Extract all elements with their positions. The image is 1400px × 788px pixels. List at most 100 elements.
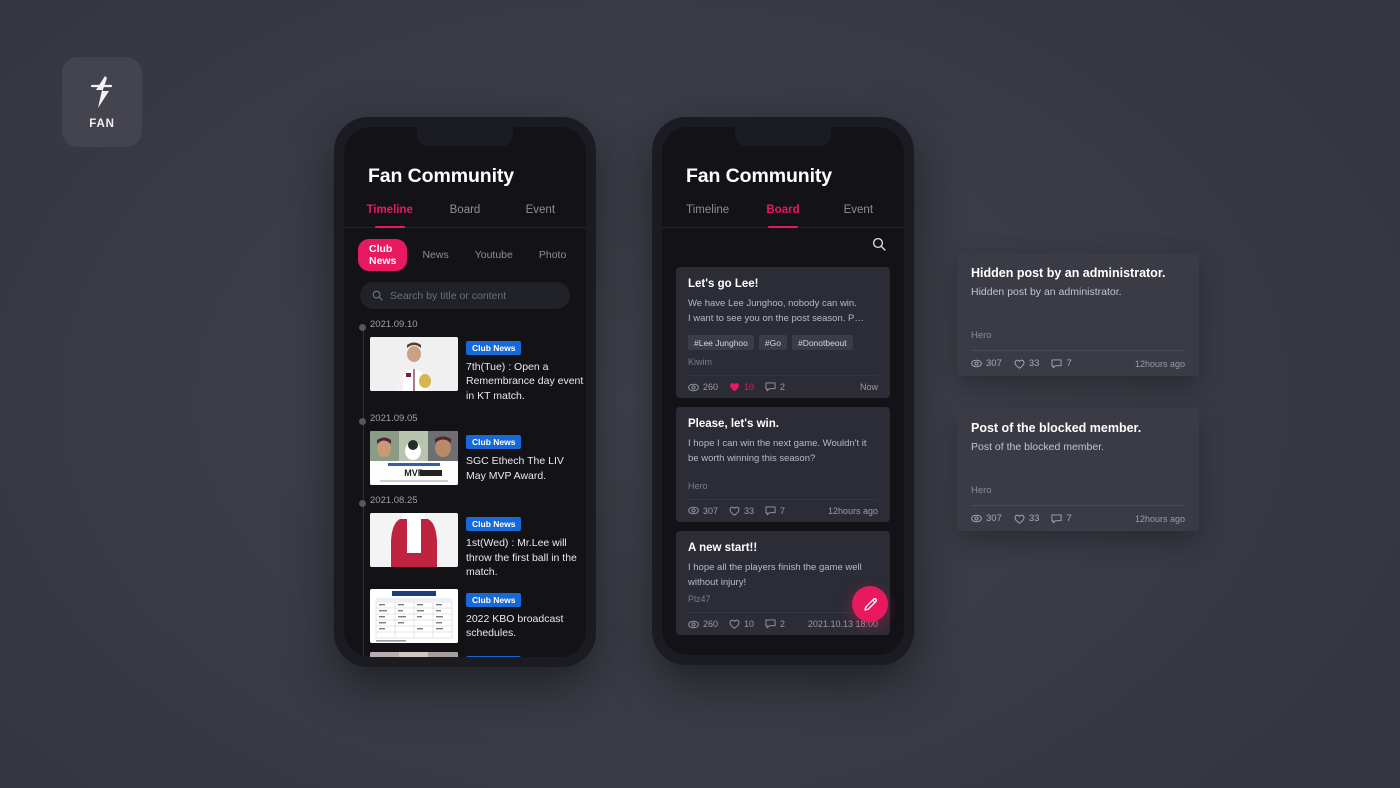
post-author: Plz47 [688, 594, 711, 605]
like-count[interactable]: 10 [729, 619, 754, 629]
like-count[interactable]: 33 [1014, 513, 1040, 524]
tab-event[interactable]: Event [503, 204, 578, 227]
comment-count-value: 2 [780, 619, 786, 630]
view-count-value: 307 [986, 358, 1002, 369]
view-count: 260 [688, 619, 718, 629]
timeline-item-body: Club News SGC Ethech The LIV May MVP Awa… [466, 431, 586, 485]
phone-notch [735, 127, 831, 146]
post-title: Let's go Lee! [688, 278, 759, 290]
post-time: 12hours ago [827, 505, 878, 516]
state-card-author: Hero [971, 485, 992, 496]
thumbnail-schedule-table [370, 588, 458, 643]
like-count-value: 10 [744, 382, 755, 393]
post-title: Please, let's win. [688, 418, 779, 431]
chip-news[interactable]: News [411, 245, 459, 265]
view-count: 307 [971, 513, 1002, 524]
timeline-item-body: Club News [466, 652, 586, 657]
timeline-item[interactable]: Club News 1st(Wed) : Mr.Lee will throw t… [368, 513, 586, 579]
state-card-time: 12hours ago [1134, 513, 1185, 524]
post-tag-row: #Lee Junghoo #Go #Donotbeout [688, 335, 878, 351]
search-icon [372, 290, 383, 301]
view-count: 307 [971, 358, 1002, 369]
phone-notch [417, 127, 513, 146]
state-card-meta-row: 307 33 7 12hours ago [971, 505, 1185, 531]
timeline-item-body: Club News 2022 KBO broadcast schedules. [466, 589, 586, 643]
timeline-item[interactable]: MVP Club News SGC Ethech The LIV May MVP… [368, 431, 586, 486]
category-badge: Club News [466, 517, 522, 532]
timeline-date: 2021.08.25 [370, 495, 418, 507]
board-search-row [662, 228, 904, 257]
like-count-value: 33 [1028, 513, 1040, 524]
like-count[interactable]: 33 [729, 506, 754, 516]
comment-count[interactable]: 2 [765, 382, 785, 392]
like-count-value: 33 [744, 505, 755, 516]
timeline-dot [358, 324, 366, 331]
category-chip-row: Club News News Youtube Photo [344, 228, 586, 271]
board-post[interactable]: Let's go Lee! We have Lee Junghoo, nobod… [676, 267, 890, 399]
view-count-value: 307 [703, 505, 719, 516]
post-body: We have Lee Junghoo, nobody can win. I w… [688, 298, 864, 324]
timeline-date: 2021.09.10 [370, 319, 418, 330]
thumbnail-fans-collage [370, 651, 458, 657]
comment-bubble-icon [765, 619, 776, 629]
search-icon[interactable] [872, 237, 886, 251]
board-post[interactable]: A new start!! I hope all the players fin… [676, 530, 890, 636]
thumbnail-player-portrait [370, 337, 458, 391]
thumbnail-red-suit [370, 513, 458, 568]
post-title: A new start!! [688, 541, 758, 554]
chip-youtube[interactable]: Youtube [464, 245, 524, 265]
comment-bubble-icon [1051, 513, 1062, 524]
timeline-item-title: 1st(Wed) : Mr.Lee will throw the first b… [466, 537, 577, 579]
state-card-time: 12hours ago [1134, 358, 1185, 369]
search-input[interactable]: Search by title or content [360, 282, 570, 309]
like-count[interactable]: 10 [729, 382, 754, 392]
board-screen: Fan Community Timeline Board Event Let's… [662, 127, 904, 655]
comment-count-value: 7 [1066, 358, 1072, 369]
main-tab-bar: Timeline Board Event [344, 204, 586, 228]
timeline-date: 2021.09.05 [370, 413, 418, 425]
like-count[interactable]: 33 [1014, 358, 1039, 369]
post-tag[interactable]: #Lee Junghoo [688, 335, 754, 351]
timeline-item-body: Club News 7th(Tue) : Open a Remembrance … [466, 337, 586, 403]
view-count: 307 [688, 506, 718, 516]
timeline-rail [363, 327, 364, 657]
timeline-group: 2021.09.05 MVP Club News SGC Ethech The … [358, 413, 586, 486]
tab-timeline[interactable]: Timeline [352, 204, 427, 227]
tab-event[interactable]: Event [821, 204, 896, 227]
compose-post-button[interactable] [852, 586, 888, 622]
comment-count[interactable]: 7 [1051, 513, 1072, 524]
heart-outline-icon [1014, 514, 1025, 524]
board-post[interactable]: Please, let's win. I hope I can win the … [676, 407, 890, 522]
tab-board[interactable]: Board [745, 204, 820, 227]
heart-outline-icon [729, 619, 740, 630]
tab-timeline[interactable]: Timeline [670, 204, 745, 227]
timeline-group: 2021.09.10 Club News 7th(Tue): Open a R… [358, 319, 586, 403]
phone-frame-timeline: Fan Community Timeline Board Event Club … [334, 117, 596, 667]
state-card-meta-row: 307 33 7 12hours ago [971, 350, 1185, 376]
timeline-list[interactable]: 2021.09.10 Club News 7th(Tue): Open a R… [344, 319, 586, 657]
app-logo-label: FAN [89, 117, 115, 130]
view-count-value: 260 [703, 382, 719, 393]
comment-count[interactable]: 7 [1051, 358, 1072, 369]
comment-bubble-icon [765, 382, 776, 392]
lightning-logo-icon [87, 75, 117, 109]
app-logo-tile[interactable]: FAN [62, 57, 142, 147]
state-card-title: Hidden post by an administrator. [971, 266, 1166, 280]
tab-board[interactable]: Board [427, 204, 502, 227]
chip-club-news[interactable]: Club News [358, 239, 408, 271]
chip-photo[interactable]: Photo [528, 245, 577, 265]
timeline-item[interactable]: Club News 2022 KBO broadcast schedules. [368, 588, 586, 643]
post-tag[interactable]: #Go [758, 335, 787, 351]
state-card-hidden-post[interactable]: Hidden post by an administrator. Hidden … [957, 253, 1199, 376]
comment-count[interactable]: 2 [765, 619, 785, 629]
state-card-blocked-post[interactable]: Post of the blocked member. Post of the … [957, 408, 1199, 531]
comment-bubble-icon [765, 506, 776, 516]
comment-count[interactable]: 7 [765, 506, 785, 516]
comment-bubble-icon [1051, 358, 1062, 369]
state-card-title: Post of the blocked member. [971, 421, 1142, 435]
post-body: I hope I can win the next game. Wouldn't… [688, 438, 867, 465]
like-count-value: 10 [744, 619, 755, 630]
timeline-item[interactable]: Club News 7th(Tue) : Open a Remembrance … [368, 337, 586, 403]
timeline-item[interactable]: Club News [368, 651, 586, 657]
post-tag[interactable]: #Donotbeout [791, 335, 853, 351]
